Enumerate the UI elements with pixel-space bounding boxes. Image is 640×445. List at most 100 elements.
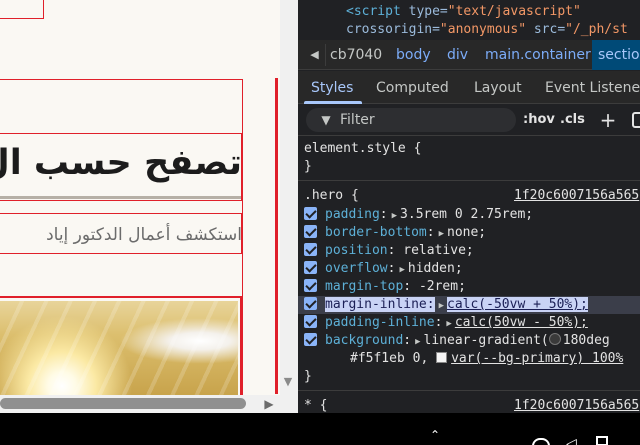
property-name: padding <box>325 207 380 222</box>
element-style-selector[interactable]: element.style { <box>304 140 421 158</box>
declaration-padding-inline[interactable]: padding-inline: ▶ calc(50vw - 50%); <box>304 314 588 332</box>
source-attr: type= <box>408 4 448 19</box>
devtools-panel: <script type="text/javascript" crossorig… <box>298 0 640 413</box>
source-value: "text/javascript" <box>447 4 581 19</box>
color-swatch-icon[interactable] <box>436 352 448 363</box>
declaration-checkbox[interactable] <box>304 279 317 292</box>
close-brace: } <box>304 159 312 174</box>
page-preview: تصفح حسب ال استكشف أعمال الدكتور إياد ▼ … <box>0 0 298 413</box>
expand-arrow-icon[interactable]: ▶ <box>392 211 397 221</box>
property-value[interactable]: calc(-50vw + 50%); <box>447 297 588 312</box>
universal-source-link[interactable]: 1f20c6007156a565 <box>514 397 639 413</box>
declaration-margin-inline[interactable]: margin-inline: ▶ calc(-50vw + 50%); <box>304 296 588 314</box>
tab-styles[interactable]: Styles <box>311 79 353 97</box>
volume-icon[interactable]: ◁ <box>566 436 577 445</box>
property-value[interactable]: none; <box>447 225 486 240</box>
property-value[interactable]: 180deg <box>563 333 610 348</box>
property-value[interactable]: var(--bg-primary) 100% <box>451 351 623 366</box>
declaration-position[interactable]: position: relative; <box>304 242 474 260</box>
breadcrumb-item-div[interactable]: div <box>447 46 468 64</box>
expand-arrow-icon[interactable]: ▶ <box>439 301 444 311</box>
close-brace: } <box>304 369 312 384</box>
expand-arrow-icon[interactable]: ▶ <box>439 229 444 239</box>
universal-selector[interactable]: * { <box>304 397 327 413</box>
property-value[interactable]: relative; <box>403 243 473 258</box>
breadcrumb-item-main[interactable]: main.container <box>485 46 591 64</box>
tray-expand-icon[interactable]: ⌃ <box>430 428 440 442</box>
property-name: overflow <box>325 261 388 276</box>
vertical-scrollbar[interactable] <box>280 0 298 395</box>
page-heading: تصفح حسب ال <box>0 143 242 183</box>
source-line[interactable]: <script type="text/javascript" <box>346 3 581 21</box>
declaration-overflow[interactable]: overflow: ▶ hidden; <box>304 260 463 278</box>
property-value[interactable]: hidden; <box>408 261 463 276</box>
heading-divider <box>0 196 241 199</box>
styles-toolbar: ▼ Filter :hov .cls + <box>298 104 640 136</box>
tab-computed[interactable]: Computed <box>376 79 449 97</box>
declaration-checkbox[interactable] <box>304 315 317 328</box>
filter-input[interactable] <box>306 108 516 132</box>
expand-arrow-icon[interactable]: ▶ <box>415 337 420 347</box>
expand-arrow-icon[interactable]: ▶ <box>446 319 451 329</box>
rule-divider <box>298 180 640 181</box>
element-outline-top <box>0 0 44 19</box>
property-name: border-bottom <box>325 225 427 240</box>
property-value[interactable]: 3.5rem 0 2.75rem; <box>400 207 533 222</box>
property-value[interactable]: calc(50vw - 50%); <box>455 315 588 330</box>
breadcrumb-item[interactable]: cb7040 <box>330 46 382 64</box>
elements-source: <script type="text/javascript" crossorig… <box>298 0 640 40</box>
declaration-checkbox[interactable] <box>304 261 317 274</box>
declaration-background[interactable]: background: ▶ linear-gradient(180deg <box>304 332 610 350</box>
page-subtitle: استكشف أعمال الدكتور إياد <box>46 225 242 245</box>
property-name: margin-inline <box>325 297 427 312</box>
scroll-right-arrow-icon[interactable]: ▶ <box>262 396 276 412</box>
source-value: "anonymous" <box>439 22 527 37</box>
source-line[interactable]: crossorigin="anonymous" src="/_ph/st <box>346 21 628 39</box>
dom-breadcrumb: ◀ cb7040 body div main.container sectio <box>298 40 640 70</box>
margin-indicator-line <box>275 78 278 394</box>
hero-image-outline <box>0 296 242 400</box>
declaration-border-bottom[interactable]: border-bottom: ▶ none; <box>304 224 486 242</box>
scroll-down-arrow-icon[interactable]: ▼ <box>281 374 295 390</box>
tab-event-listeners[interactable]: Event Listener <box>545 79 640 97</box>
declaration-checkbox[interactable] <box>304 297 317 310</box>
property-value[interactable]: linear-gradient( <box>424 333 549 348</box>
horizontal-scrollbar-thumb[interactable] <box>0 398 246 409</box>
declaration-checkbox[interactable] <box>304 333 317 346</box>
source-tag: <script <box>346 4 401 19</box>
property-name: position <box>325 243 388 258</box>
property-name: padding-inline <box>325 315 435 330</box>
expand-arrow-icon[interactable]: ▶ <box>399 265 404 275</box>
declaration-padding[interactable]: padding: ▶ 3.5rem 0 2.75rem; <box>304 206 533 224</box>
devtools-tabs: Styles Computed Layout Event Listener <box>298 71 640 104</box>
property-name: background <box>325 333 404 348</box>
network-icon[interactable] <box>532 438 550 445</box>
breadcrumb-item-body[interactable]: body <box>396 46 431 64</box>
filter-placeholder: Filter <box>340 112 375 128</box>
property-value[interactable]: #f5f1eb 0, <box>350 351 428 366</box>
declaration-background-continued[interactable]: #f5f1eb 0, var(--bg-primary) 100% <box>350 350 623 368</box>
filter-icon: ▼ <box>321 113 331 127</box>
declaration-margin-top[interactable]: margin-top: -2rem; <box>304 278 466 296</box>
angle-swatch-icon[interactable] <box>548 333 561 345</box>
class-toggle-button[interactable]: .cls <box>560 112 585 128</box>
add-rule-icon[interactable]: + <box>598 110 618 130</box>
source-value: "/_ph/st <box>565 22 628 37</box>
property-value[interactable]: -2rem; <box>419 279 466 294</box>
hero-selector[interactable]: .hero { <box>304 187 359 205</box>
battery-icon[interactable] <box>596 436 608 445</box>
computed-sidebar-icon[interactable] <box>632 112 640 128</box>
source-attr: src= <box>533 22 566 37</box>
declaration-checkbox[interactable] <box>304 225 317 238</box>
property-name: margin-top <box>325 279 404 294</box>
rule-divider <box>298 390 640 391</box>
styles-pane: element.style { } .hero { 1f20c6007156a5… <box>298 137 640 413</box>
tab-layout[interactable]: Layout <box>474 79 522 97</box>
hover-state-button[interactable]: :hov <box>523 112 555 128</box>
breadcrumb-item-section[interactable]: sectio <box>592 40 640 70</box>
hero-source-link[interactable]: 1f20c6007156a565 <box>514 187 639 205</box>
declaration-checkbox[interactable] <box>304 207 317 220</box>
source-attr: crossorigin= <box>346 22 440 37</box>
declaration-checkbox[interactable] <box>304 243 317 256</box>
chevron-left-icon[interactable]: ◀ <box>304 44 326 66</box>
